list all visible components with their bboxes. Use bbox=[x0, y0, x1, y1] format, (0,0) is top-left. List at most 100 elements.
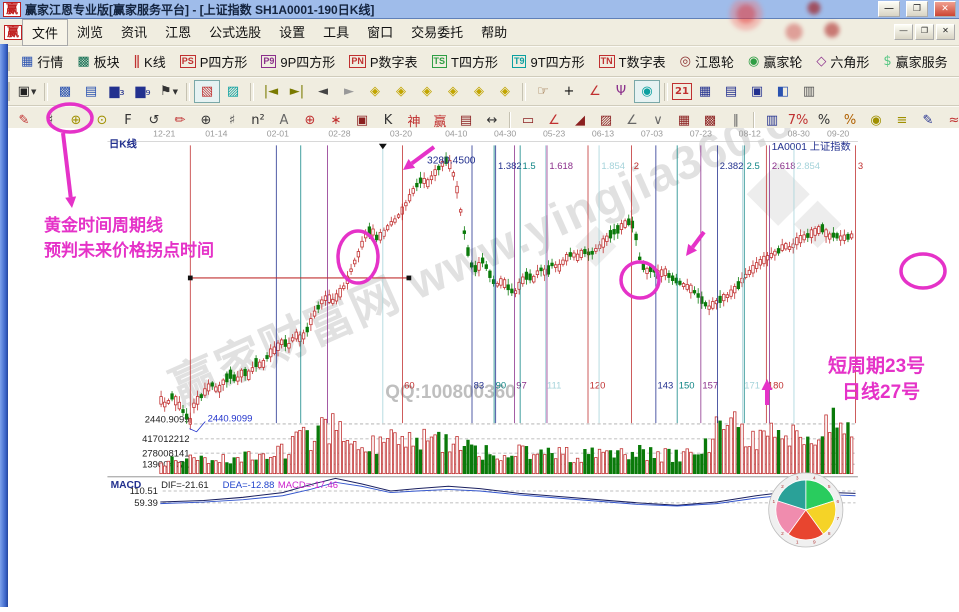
maximize-button[interactable]: ❐ bbox=[906, 1, 928, 17]
toolbar-label: 9T四方形 bbox=[530, 52, 584, 71]
toolbar-separator bbox=[522, 83, 526, 101]
svg-text:1: 1 bbox=[772, 499, 775, 505]
h-expand-button[interactable]: ◈ bbox=[414, 80, 440, 103]
fib-ratio-label: 2.854 bbox=[796, 161, 820, 172]
toolbar-label: 9P四方形 bbox=[280, 52, 335, 71]
small-chart3-button[interactable]: ▆₃ bbox=[104, 80, 130, 103]
cycle-number-label: 90 bbox=[496, 380, 507, 391]
last-bar-button[interactable]: ►| bbox=[284, 80, 310, 103]
svg-text:9: 9 bbox=[813, 540, 816, 546]
date-label: 07-23 bbox=[690, 129, 712, 139]
toolbar-label: 板块 bbox=[94, 52, 120, 71]
flag-marker-button[interactable]: ⚑▼ bbox=[156, 80, 182, 103]
notes-button[interactable]: ▤ bbox=[718, 80, 744, 103]
save-button[interactable]: ▣ bbox=[744, 80, 770, 103]
period-day-button[interactable]: ▣▼ bbox=[14, 80, 40, 103]
hand-drag-button[interactable]: ☞ bbox=[530, 80, 556, 103]
toolbar-row2: ▣▼▩▤▆₃▆₉⚑▼▧▨|◄►|◄►◈◈◈◈◈◈☞+∠Ψ◉21▦▤▣◧▥ bbox=[0, 77, 959, 106]
toolbar-label: T四方形 bbox=[451, 52, 498, 71]
menu-item-5[interactable]: 设置 bbox=[270, 19, 314, 46]
toolbar-label: 六角形 bbox=[830, 52, 869, 71]
hexagon-button[interactable]: ◇六角形 bbox=[809, 52, 876, 71]
fib-ratio-label: 1.618 bbox=[549, 161, 573, 172]
toolbar-label: K线 bbox=[144, 52, 166, 71]
9p-square-button[interactable]: P99P四方形 bbox=[254, 52, 342, 71]
menu-item-8[interactable]: 交易委托 bbox=[402, 19, 472, 46]
menu-item-1[interactable]: 浏览 bbox=[68, 19, 112, 46]
measure-handle[interactable] bbox=[188, 276, 193, 281]
t-square-button[interactable]: TST四方形 bbox=[425, 52, 505, 71]
small-chart9-button[interactable]: ▆₉ bbox=[130, 80, 156, 103]
crosshair-button[interactable]: + bbox=[556, 80, 582, 103]
kline-button[interactable]: ǁK线 bbox=[127, 52, 173, 71]
next-bar-button[interactable]: ► bbox=[336, 80, 362, 103]
9t-square-button[interactable]: T99T四方形 bbox=[505, 52, 592, 71]
toolbar-label: T数字表 bbox=[619, 52, 666, 71]
prev-bar-button[interactable]: ◄ bbox=[310, 80, 336, 103]
svg-text:8: 8 bbox=[828, 531, 831, 537]
p-number-button[interactable]: PNP数字表 bbox=[342, 52, 424, 71]
menu-item-0[interactable]: 文件 bbox=[22, 19, 68, 46]
menu-item-9[interactable]: 帮助 bbox=[472, 19, 516, 46]
diamond-left-button[interactable]: ◈ bbox=[362, 80, 388, 103]
p-square-button[interactable]: PSP四方形 bbox=[173, 52, 255, 71]
t-number-button[interactable]: TNT数字表 bbox=[592, 52, 673, 71]
minimize-button[interactable]: — bbox=[878, 1, 900, 17]
window-left-border bbox=[0, 44, 8, 607]
sectors-button[interactable]: ▩ 板块 bbox=[70, 52, 126, 71]
calculator-button[interactable]: ▦ bbox=[692, 80, 718, 103]
svg-text:1: 1 bbox=[796, 540, 799, 546]
date-label: 08-30 bbox=[788, 129, 810, 139]
date-label: 06-13 bbox=[592, 129, 614, 139]
macd-title: MACD bbox=[111, 480, 142, 491]
kline-chart[interactable]: 赢家财富网 www.yingjia360.comQQ:10080036012-2… bbox=[0, 128, 959, 607]
fib-ratio-label: 2.618 bbox=[772, 161, 796, 172]
t-square-icon: TS bbox=[432, 55, 448, 68]
yingjia-wheel-logo: 12345678912 bbox=[769, 473, 843, 547]
menu-item-6[interactable]: 工具 bbox=[314, 19, 358, 46]
network-send-button[interactable]: ◧ bbox=[770, 80, 796, 103]
mdi-minimize-button[interactable]: — bbox=[894, 24, 913, 40]
mdi-restore-button[interactable]: ❐ bbox=[915, 24, 934, 40]
print-button[interactable]: ▥ bbox=[796, 80, 822, 103]
angle-measure-button[interactable]: ∠ bbox=[582, 80, 608, 103]
multi-chart-button[interactable]: ▩ bbox=[52, 80, 78, 103]
gann-box-button[interactable]: ▧ bbox=[194, 80, 220, 103]
menu-item-4[interactable]: 公式选股 bbox=[200, 19, 270, 46]
quote-list-button[interactable]: ▤ bbox=[78, 80, 104, 103]
menu-items: 文件浏览资讯江恩公式选股设置工具窗口交易委托帮助 bbox=[22, 19, 516, 46]
date-label: 08-12 bbox=[739, 129, 761, 139]
winner-wheel-button[interactable]: ◉赢家轮 bbox=[741, 52, 809, 71]
h-shrink-button[interactable]: ◈ bbox=[440, 80, 466, 103]
mdi-close-button[interactable]: ✕ bbox=[936, 24, 955, 40]
cycle-number-label: 143 bbox=[657, 380, 673, 391]
winner-service-button[interactable]: $赢家服务 bbox=[876, 52, 954, 71]
cycle-number-label: 111 bbox=[547, 380, 561, 391]
first-bar-button[interactable]: |◄ bbox=[258, 80, 284, 103]
menu-item-7[interactable]: 窗口 bbox=[358, 19, 402, 46]
toolbar-label: 赢家轮 bbox=[763, 52, 802, 71]
date-label: 05-23 bbox=[543, 129, 565, 139]
quotes-button[interactable]: ▦行情 bbox=[14, 52, 70, 71]
date-label: 04-30 bbox=[494, 129, 516, 139]
diamond-right-button[interactable]: ◈ bbox=[388, 80, 414, 103]
color-histogram-button[interactable]: ▨ bbox=[220, 80, 246, 103]
v-shrink-button[interactable]: ◈ bbox=[492, 80, 518, 103]
volume-axis-label: 417012212 bbox=[142, 434, 189, 445]
chart-area[interactable]: 赢家财富网 www.yingjia360.comQQ:10080036012-2… bbox=[0, 128, 959, 607]
menu-item-2[interactable]: 资讯 bbox=[112, 19, 156, 46]
menu-item-3[interactable]: 江恩 bbox=[156, 19, 200, 46]
v-expand-button[interactable]: ◈ bbox=[466, 80, 492, 103]
menu-logo-icon: 赢 bbox=[4, 25, 22, 40]
fib-ratio-label: 2.382 bbox=[720, 161, 744, 172]
measure-handle[interactable] bbox=[407, 276, 412, 281]
sectors-icon: ▩ bbox=[77, 55, 89, 68]
date-label: 02-01 bbox=[267, 129, 289, 139]
close-button[interactable]: ✕ bbox=[934, 1, 956, 17]
toolbar-label: P四方形 bbox=[200, 52, 248, 71]
calendar-21-button[interactable]: 21 bbox=[672, 83, 692, 100]
main-toolbar: ▦行情▩板块ǁK线PSP四方形P99P四方形PNP数字表TST四方形T99T四方… bbox=[0, 46, 959, 77]
maze-tool-button[interactable]: ◉ bbox=[634, 80, 660, 103]
gann-wheel-button[interactable]: ◎江恩轮 bbox=[673, 52, 741, 71]
trident-tool-button[interactable]: Ψ bbox=[608, 80, 634, 103]
